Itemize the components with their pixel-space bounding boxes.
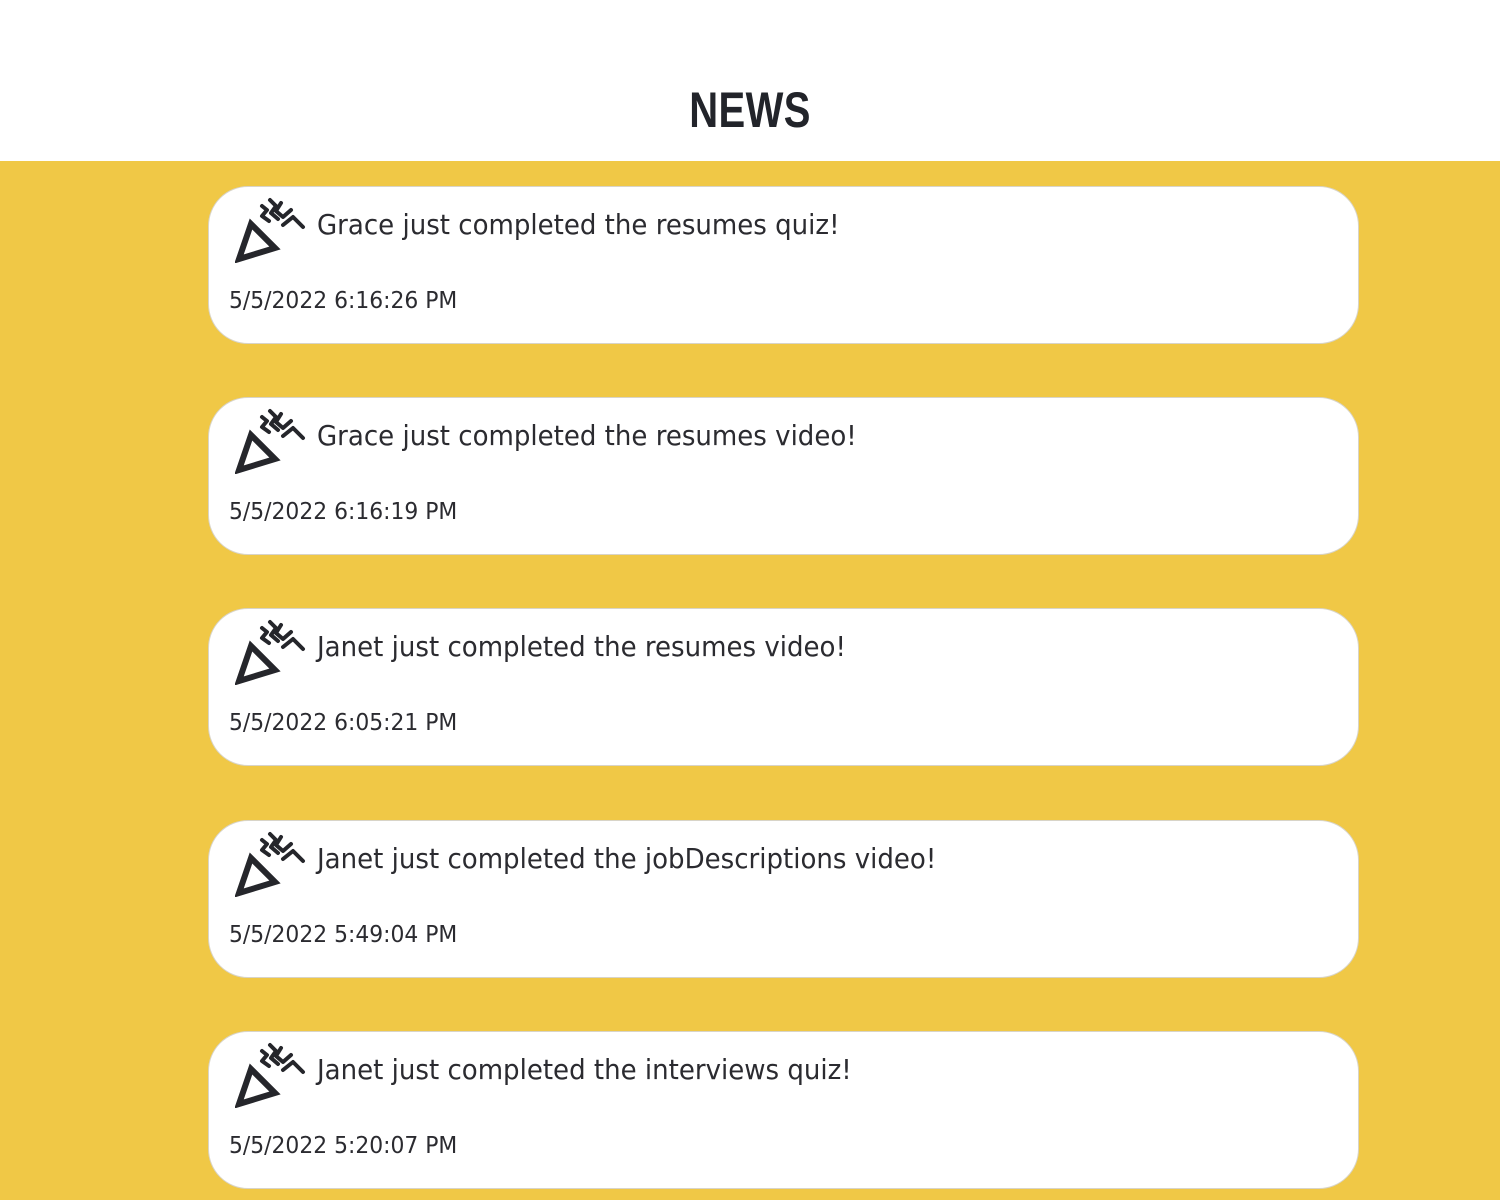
news-message: Janet just completed the jobDescriptions… (317, 842, 937, 875)
news-message: Grace just completed the resumes quiz! (317, 208, 840, 241)
news-item: Janet just completed the resumes video! … (208, 608, 1359, 766)
party-popper-icon (235, 197, 309, 263)
party-popper-icon (235, 408, 309, 474)
news-feed: Grace just completed the resumes quiz! 5… (0, 161, 1500, 1200)
news-item: Janet just completed the jobDescriptions… (208, 820, 1359, 978)
news-timestamp: 5/5/2022 5:20:07 PM (229, 1133, 458, 1159)
party-popper-icon (235, 1042, 309, 1108)
party-popper-icon (235, 831, 309, 897)
news-item: Grace just completed the resumes quiz! 5… (208, 186, 1359, 344)
news-timestamp: 5/5/2022 6:16:19 PM (229, 499, 458, 525)
news-item: Janet just completed the interviews quiz… (208, 1031, 1359, 1189)
news-message: Janet just completed the interviews quiz… (317, 1053, 852, 1086)
party-popper-icon (235, 619, 309, 685)
news-message: Janet just completed the resumes video! (317, 630, 846, 663)
page-header: NEWS (0, 0, 1500, 161)
news-timestamp: 5/5/2022 5:49:04 PM (229, 922, 458, 948)
page-title: NEWS (689, 82, 811, 138)
news-message: Grace just completed the resumes video! (317, 419, 857, 452)
news-item: Grace just completed the resumes video! … (208, 397, 1359, 555)
news-timestamp: 5/5/2022 6:05:21 PM (229, 710, 458, 736)
news-timestamp: 5/5/2022 6:16:26 PM (229, 288, 458, 314)
